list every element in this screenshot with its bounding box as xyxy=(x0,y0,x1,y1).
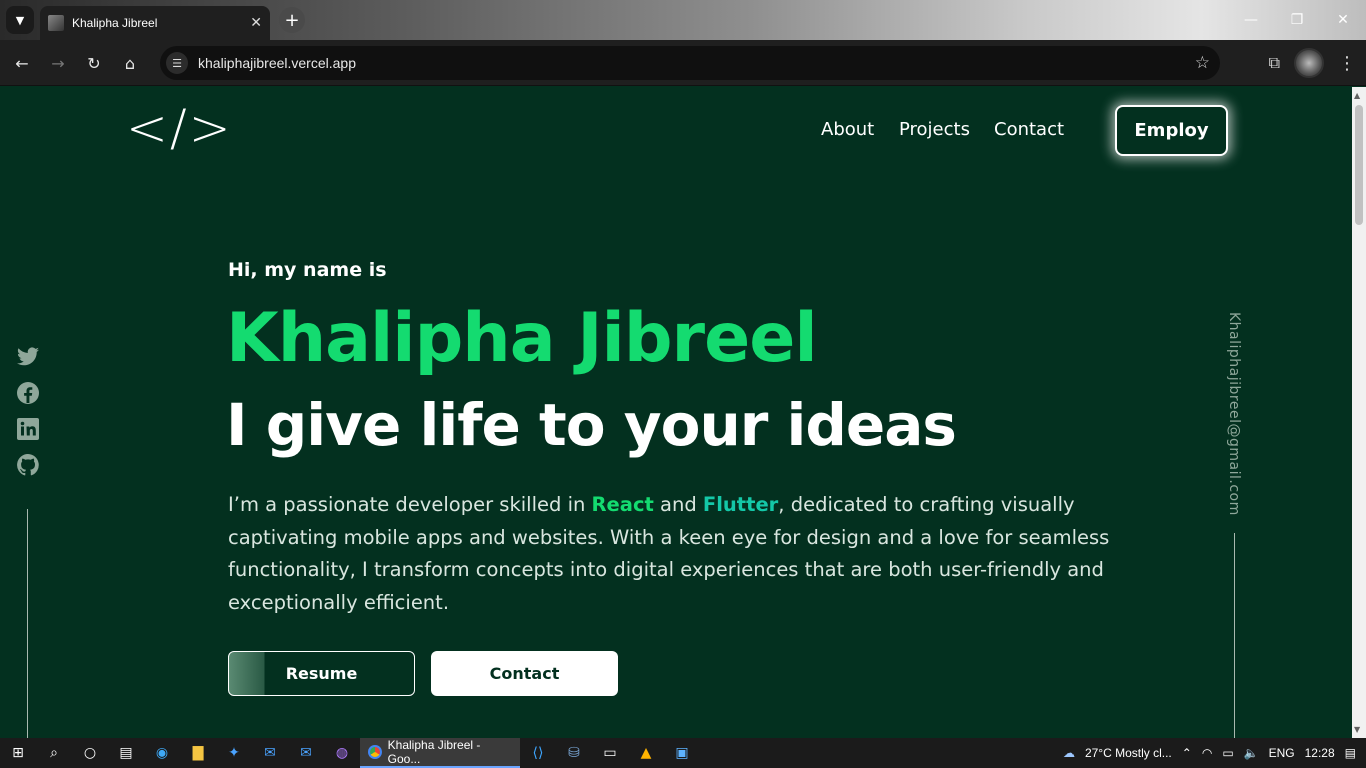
bookmark-star-icon[interactable]: ☆ xyxy=(1195,53,1210,73)
browser-tab[interactable]: Khalipha Jibreel ✕ xyxy=(40,6,270,40)
site-logo[interactable]: </> xyxy=(126,99,233,157)
scrollbar-thumb[interactable] xyxy=(1355,105,1363,225)
clock[interactable]: 12:28 xyxy=(1305,746,1335,760)
menu-more-icon[interactable]: ⋮ xyxy=(1338,53,1356,74)
github-icon[interactable] xyxy=(16,453,40,477)
firebase-icon[interactable]: ▲ xyxy=(628,738,664,768)
bio-react: React xyxy=(591,493,654,516)
language-indicator[interactable]: ENG xyxy=(1269,746,1295,760)
back-icon[interactable]: ← xyxy=(10,51,34,75)
address-bar[interactable]: ☰ khaliphajibreel.vercel.app ☆ xyxy=(160,46,1220,80)
facebook-icon[interactable] xyxy=(16,381,40,405)
chevron-down-icon: ▼ xyxy=(15,13,25,27)
email-link[interactable]: Khaliphajibreel@gmail.com xyxy=(1226,312,1242,517)
linkedin-icon[interactable] xyxy=(16,417,40,441)
greeting: Hi, my name is xyxy=(228,259,387,281)
nav-contact[interactable]: Contact xyxy=(994,119,1064,140)
task-view-icon[interactable]: ▤ xyxy=(108,738,144,768)
taskbar-app-title: Khalipha Jibreel - Goo... xyxy=(387,738,481,766)
scroll-up-icon[interactable]: ▲ xyxy=(1354,91,1360,100)
page-scrollbar[interactable]: ▲ ▼ xyxy=(1352,87,1366,738)
remote-desktop-icon[interactable]: ▣ xyxy=(664,738,700,768)
github-desktop-icon[interactable]: ◍ xyxy=(324,738,360,768)
nav-about[interactable]: About xyxy=(821,119,874,140)
minimize-icon[interactable]: — xyxy=(1228,0,1274,40)
social-links xyxy=(16,345,40,477)
weather-icon[interactable]: ☁ xyxy=(1063,746,1075,760)
scroll-down-icon[interactable]: ▼ xyxy=(1354,725,1360,734)
twitter-icon[interactable] xyxy=(16,345,40,369)
site-info-icon[interactable]: ☰ xyxy=(166,52,188,74)
windows-start-icon[interactable]: ⊞ xyxy=(0,738,36,768)
search-icon[interactable]: ⌕ xyxy=(36,738,72,768)
outlook-icon[interactable]: ✉ xyxy=(288,738,324,768)
vscode-icon[interactable]: ⟨⟩ xyxy=(520,738,556,768)
employ-button[interactable]: Employ xyxy=(1115,105,1228,156)
close-window-icon[interactable]: ✕ xyxy=(1320,0,1366,40)
app-icon[interactable]: ✦ xyxy=(216,738,252,768)
left-divider xyxy=(27,509,28,738)
contact-button[interactable]: Contact xyxy=(431,651,618,696)
edge-icon[interactable]: ◉ xyxy=(144,738,180,768)
tab-title: Khalipha Jibreel xyxy=(72,16,158,30)
notifications-icon[interactable]: ▤ xyxy=(1345,746,1356,760)
bio-text: I’m a passionate developer skilled in xyxy=(228,493,592,516)
tab-search-button[interactable]: ▼ xyxy=(6,6,34,34)
terminal-icon[interactable]: ▭ xyxy=(592,738,628,768)
browser-toolbar: ← → ↻ ⌂ ☰ khaliphajibreel.vercel.app ☆ ⧉… xyxy=(0,40,1366,86)
battery-icon[interactable]: ▭ xyxy=(1222,746,1233,760)
chevron-up-icon[interactable]: ⌃ xyxy=(1182,746,1192,760)
hero-tagline: I give life to your ideas xyxy=(226,391,957,459)
close-tab-icon[interactable]: ✕ xyxy=(250,15,262,31)
extensions-icon[interactable]: ⧉ xyxy=(1269,53,1280,73)
hero-bio: I’m a passionate developer skilled in Re… xyxy=(228,489,1118,619)
browser-titlebar: ▼ Khalipha Jibreel ✕ + — ❐ ✕ xyxy=(0,0,1366,40)
restore-icon[interactable]: ❐ xyxy=(1274,0,1320,40)
bio-text: and xyxy=(653,493,703,516)
reload-icon[interactable]: ↻ xyxy=(82,51,106,75)
taskbar-chrome-app[interactable]: Khalipha Jibreel - Goo... xyxy=(360,738,520,768)
wifi-icon[interactable]: ◠ xyxy=(1202,746,1212,760)
mail-app-icon[interactable]: ✉ xyxy=(252,738,288,768)
profile-avatar[interactable] xyxy=(1294,48,1324,78)
hero-name: Khalipha Jibreel xyxy=(226,299,818,378)
bio-flutter: Flutter xyxy=(702,493,779,516)
forward-icon[interactable]: → xyxy=(46,51,70,75)
resume-button[interactable]: Resume xyxy=(228,651,415,696)
system-tray: ☁ 27°C Mostly cl... ⌃ ◠ ▭ 🔈 ENG 12:28 ▤ xyxy=(1063,738,1366,768)
new-tab-button[interactable]: + xyxy=(279,7,305,33)
windows-taskbar: ⊞ ⌕ ○ ▤ ◉ ▇ ✦ ✉ ✉ ◍ Khalipha Jibreel - G… xyxy=(0,738,1366,768)
url-text[interactable]: khaliphajibreel.vercel.app xyxy=(198,55,356,71)
home-icon[interactable]: ⌂ xyxy=(118,51,142,75)
cortana-icon[interactable]: ○ xyxy=(72,738,108,768)
nav-projects[interactable]: Projects xyxy=(899,119,970,140)
page-viewport: </> About Projects Contact Employ Hi, my… xyxy=(0,87,1352,738)
tab-favicon-icon xyxy=(48,15,64,31)
database-icon[interactable]: ⛁ xyxy=(556,738,592,768)
file-explorer-icon[interactable]: ▇ xyxy=(180,738,216,768)
volume-icon[interactable]: 🔈 xyxy=(1244,746,1259,760)
weather-text[interactable]: 27°C Mostly cl... xyxy=(1085,746,1172,760)
chrome-icon xyxy=(368,745,382,759)
right-divider xyxy=(1234,533,1235,738)
